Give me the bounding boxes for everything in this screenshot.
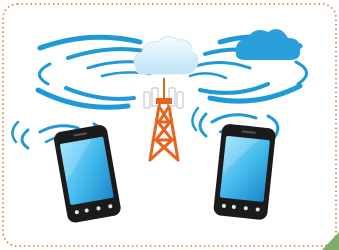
illustration-stage <box>0 0 339 250</box>
smartphone-icon <box>213 124 276 220</box>
